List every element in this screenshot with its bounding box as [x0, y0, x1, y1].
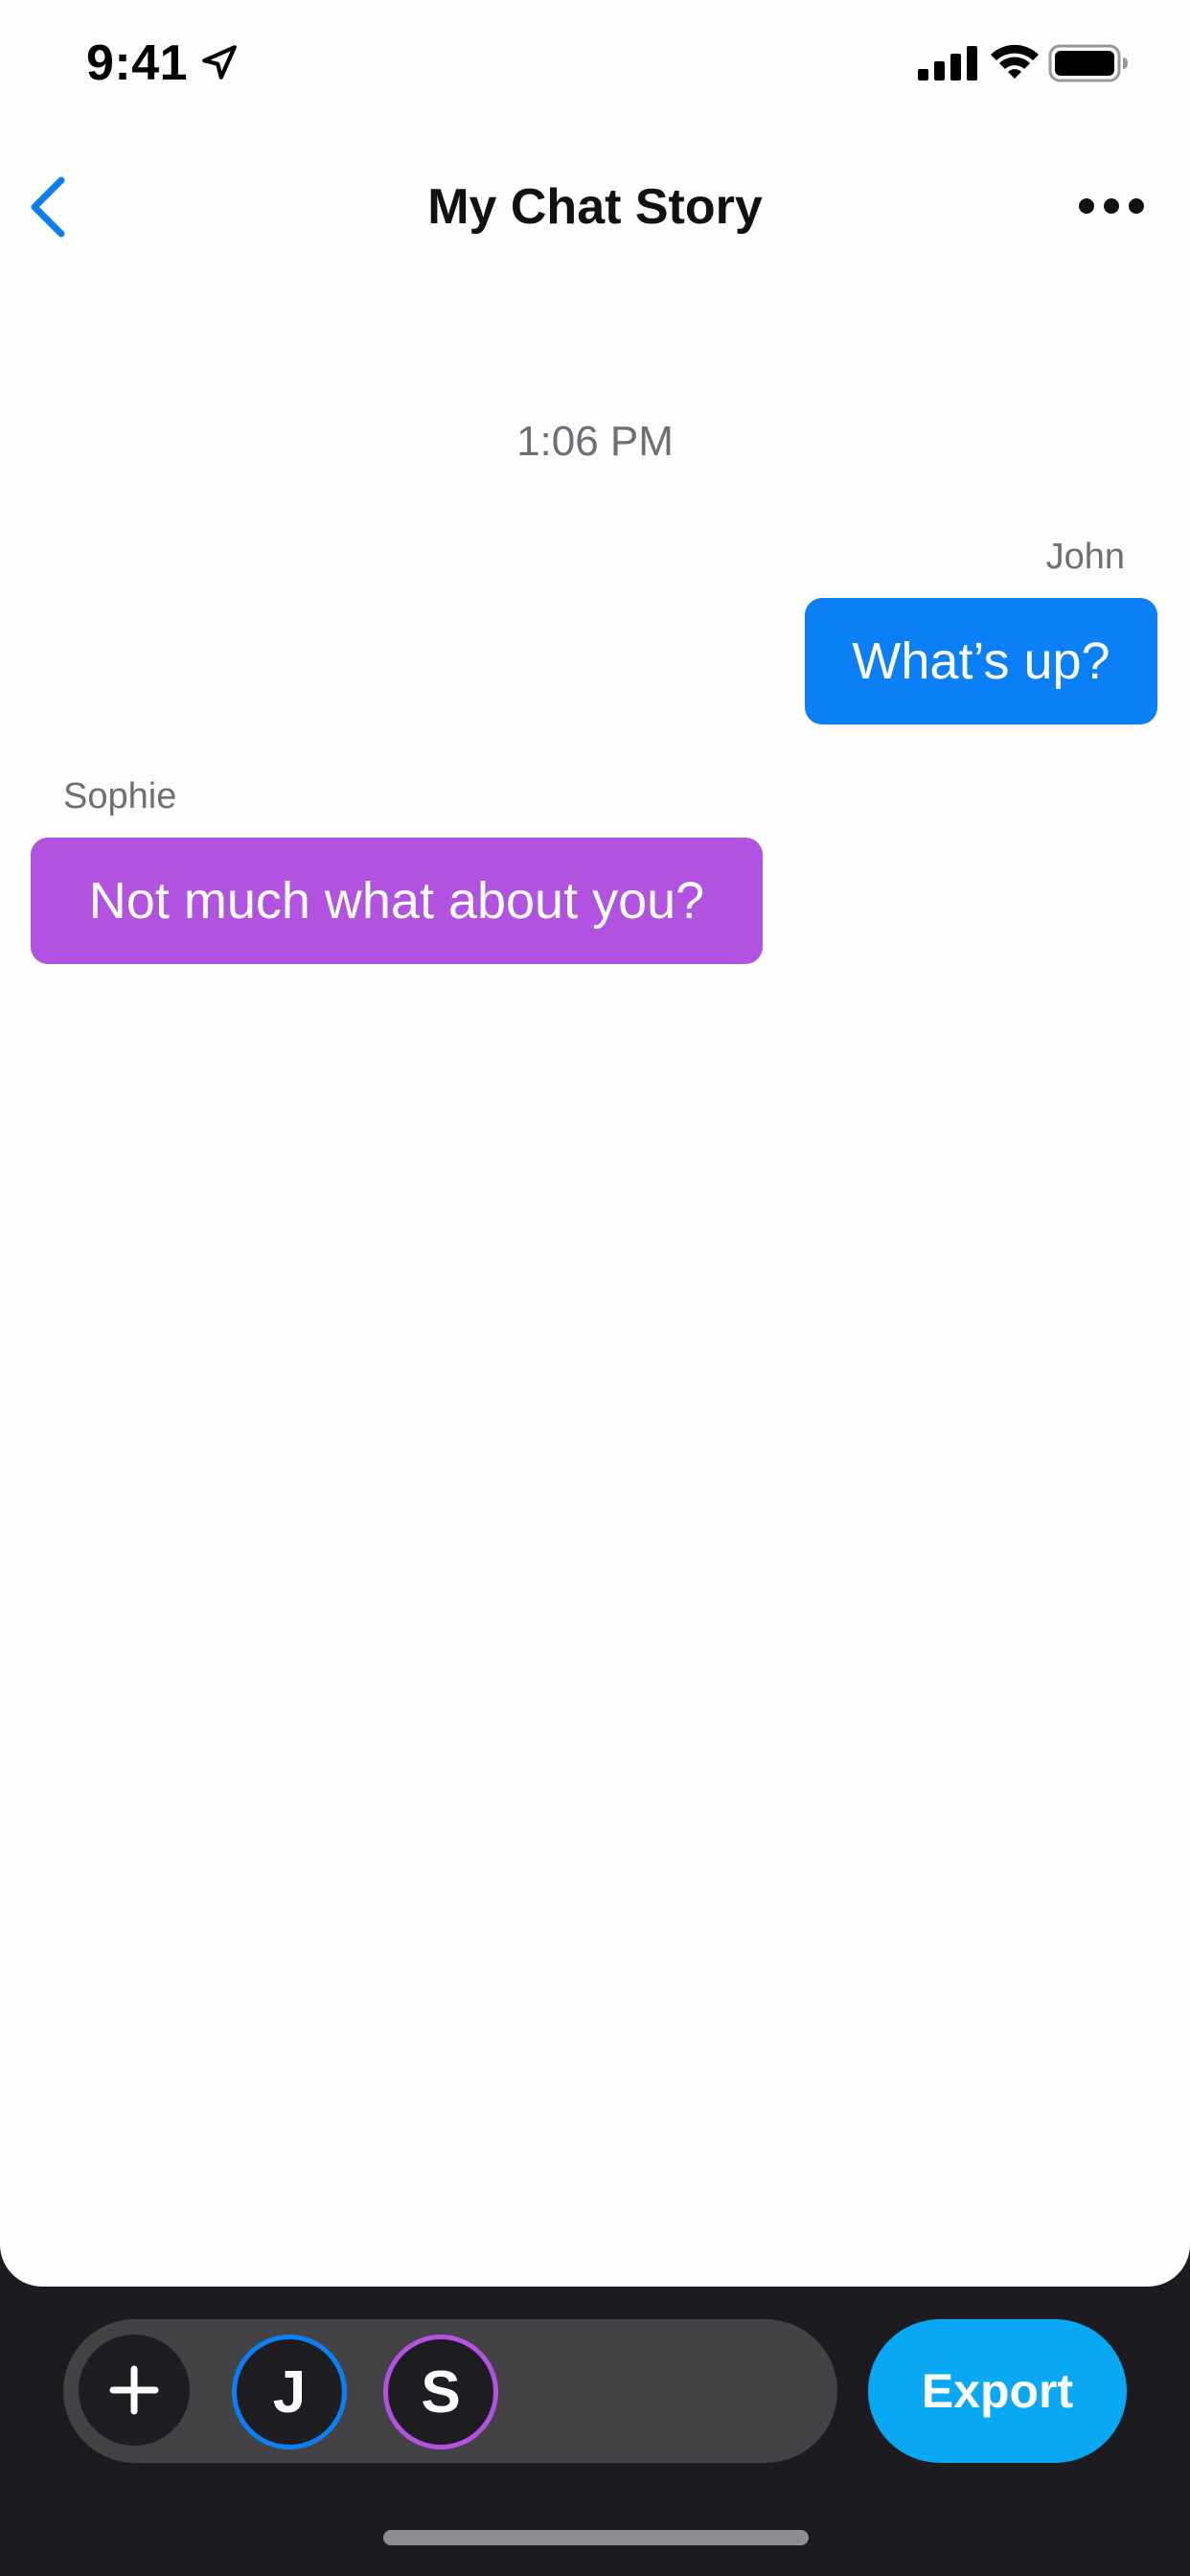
message-bubble-john[interactable]: What’s up? [805, 598, 1157, 724]
character-avatar-john[interactable]: J [232, 2334, 347, 2450]
wifi-icon [991, 44, 1039, 79]
cellular-signal-icon [918, 46, 977, 80]
battery-icon [1048, 44, 1128, 82]
sender-name-john: John [1045, 537, 1125, 577]
character-avatar-sophie[interactable]: S [383, 2334, 498, 2450]
message-timestamp: 1:06 PM [516, 418, 674, 465]
plus-icon [109, 2365, 159, 2415]
page-title: My Chat Story [427, 179, 763, 235]
chat-screen: 9:41 My Chat Story 1:06 PM John What’s u… [0, 0, 1190, 2287]
export-label: Export [921, 2364, 1074, 2418]
home-indicator [383, 2530, 809, 2545]
avatar-initial: S [421, 2358, 461, 2426]
export-button[interactable]: Export [868, 2319, 1127, 2463]
ellipsis-icon[interactable] [1073, 182, 1150, 230]
avatar-initial: J [272, 2358, 307, 2426]
message-text: What’s up? [852, 632, 1110, 690]
message-text: Not much what about you? [88, 872, 705, 930]
add-character-button[interactable] [79, 2334, 190, 2446]
sender-name-sophie: Sophie [63, 776, 177, 816]
status-time: 9:41 [86, 35, 189, 91]
location-arrow-icon [202, 45, 237, 80]
message-bubble-sophie[interactable]: Not much what about you? [31, 838, 763, 964]
